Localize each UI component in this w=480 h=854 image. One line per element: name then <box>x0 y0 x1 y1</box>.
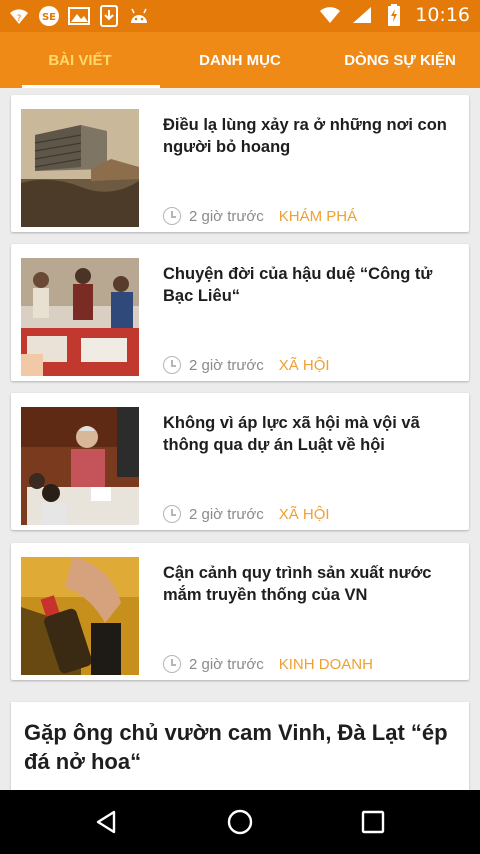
article-thumbnail <box>21 258 139 376</box>
article-title[interactable]: Điều lạ lùng xảy ra ở những nơi con ngườ… <box>163 114 459 158</box>
back-icon[interactable] <box>89 804 125 840</box>
article-meta: 2 giờ trước XÃ HỘI <box>163 356 330 374</box>
clock-icon <box>163 655 181 673</box>
clock-time: 10:16 <box>415 4 470 26</box>
svg-text:?: ? <box>17 14 22 24</box>
article-title[interactable]: Chuyện đời của hậu duệ “Công tử Bạc Liêu… <box>163 263 459 307</box>
status-bar: ? SE 10:16 <box>0 0 480 32</box>
article-time: 2 giờ trước <box>189 655 264 673</box>
article-card[interactable]: Chuyện đời của hậu duệ “Công tử Bạc Liêu… <box>11 244 469 381</box>
article-thumbnail <box>21 557 139 675</box>
article-title[interactable]: Không vì áp lực xã hội mà vội vã thông q… <box>163 412 459 456</box>
article-meta: 2 giờ trước KHÁM PHÁ <box>163 207 357 225</box>
tab-dong-su-kien[interactable]: DÒNG SỰ KIỆN <box>320 32 480 88</box>
article-card[interactable]: Điều lạ lùng xảy ra ở những nơi con ngườ… <box>11 95 469 232</box>
tab-danh-muc[interactable]: DANH MỤC <box>160 32 320 88</box>
tab-bar: BÀI VIẾT DANH MỤC DÒNG SỰ KIỆN <box>0 32 480 88</box>
notification-icons: ? SE <box>8 5 150 27</box>
download-icon <box>98 5 120 27</box>
clock-icon <box>163 356 181 374</box>
tab-bai-viet[interactable]: BÀI VIẾT <box>0 32 160 88</box>
wifi-icon <box>319 4 341 26</box>
article-thumbnail <box>21 407 139 525</box>
article-category[interactable]: KINH DOANH <box>279 656 373 673</box>
article-title[interactable]: Cận cảnh quy trình sản xuất nước mắm tru… <box>163 562 459 606</box>
wifi-question-icon: ? <box>8 5 30 27</box>
article-meta: 2 giờ trước KINH DOANH <box>163 655 373 673</box>
photo-icon <box>68 5 90 27</box>
featured-article-title[interactable]: Gặp ông chủ vườn cam Vinh, Đà Lạt “ép đá… <box>24 718 454 776</box>
android-icon <box>128 5 150 27</box>
article-time: 2 giờ trước <box>189 207 264 225</box>
featured-article-card[interactable]: Gặp ông chủ vườn cam Vinh, Đà Lạt “ép đá… <box>11 702 469 790</box>
navigation-bar <box>0 790 480 854</box>
svg-text:SE: SE <box>42 12 56 23</box>
clock-icon <box>163 207 181 225</box>
article-card[interactable]: Không vì áp lực xã hội mà vội vã thông q… <box>11 393 469 530</box>
clock-icon <box>163 505 181 523</box>
article-meta: 2 giờ trước XÃ HỘI <box>163 505 330 523</box>
home-icon[interactable] <box>222 804 258 840</box>
article-card[interactable]: Cận cảnh quy trình sản xuất nước mắm tru… <box>11 543 469 680</box>
article-category[interactable]: KHÁM PHÁ <box>279 208 357 225</box>
signal-icon <box>351 4 373 26</box>
article-list[interactable]: Điều lạ lùng xảy ra ở những nơi con ngườ… <box>0 88 480 790</box>
recents-icon[interactable] <box>355 804 391 840</box>
article-thumbnail <box>21 109 139 227</box>
article-category[interactable]: XÃ HỘI <box>279 506 330 523</box>
sfe-app-icon: SE <box>38 5 60 27</box>
article-time: 2 giờ trước <box>189 505 264 523</box>
system-icons: 10:16 <box>319 4 470 26</box>
battery-charging-icon <box>383 4 405 26</box>
article-time: 2 giờ trước <box>189 356 264 374</box>
article-category[interactable]: XÃ HỘI <box>279 357 330 374</box>
